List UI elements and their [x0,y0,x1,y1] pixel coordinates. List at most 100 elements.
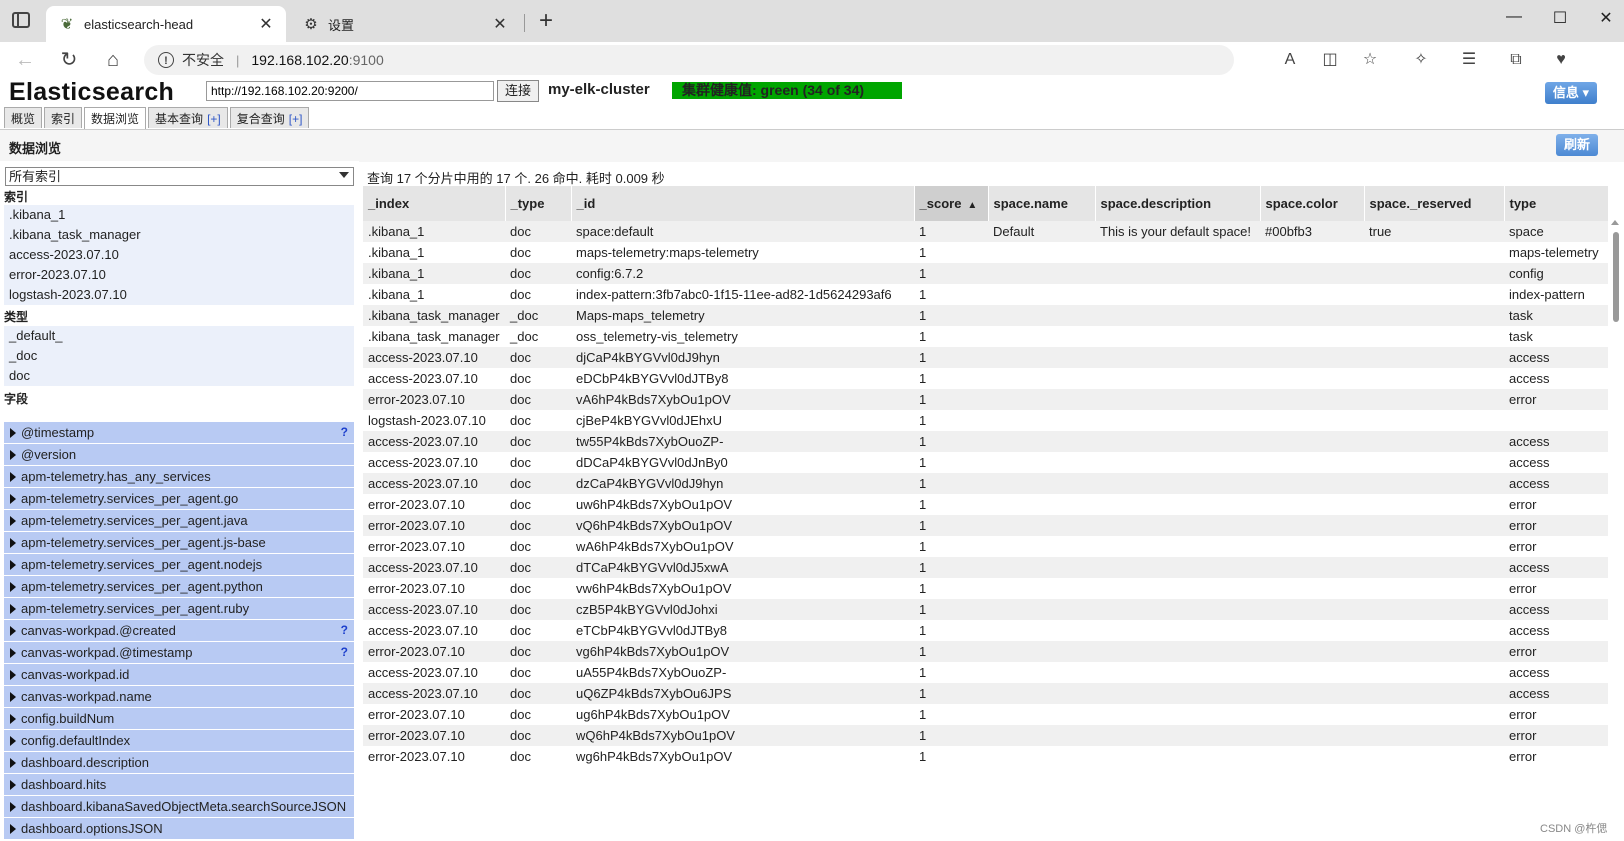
add-tab-link[interactable]: [+] [289,112,303,126]
field-item[interactable]: canvas-workpad.name [4,686,354,707]
expand-triangle-icon[interactable] [10,780,16,790]
refresh-button[interactable]: 刷新 [1556,134,1598,156]
back-arrow-icon[interactable]: ← [12,48,38,72]
field-item[interactable]: dashboard.kibanaSavedObjectMeta.searchSo… [4,796,354,817]
table-row[interactable]: access-2023.07.10 doc dTCaP4kBYGVvl0dJ5xwA… [363,557,1608,578]
field-item[interactable]: canvas-workpad.@created? [4,620,354,641]
field-item[interactable]: apm-telemetry.services_per_agent.python [4,576,354,597]
maximize-icon[interactable]: ☐ [1546,8,1574,28]
field-item[interactable]: @version [4,444,354,465]
home-icon[interactable]: ⌂ [100,48,126,72]
table-row[interactable]: access-2023.07.10 doc uA55P4kBds7XybOuoZP-… [363,662,1608,683]
expand-triangle-icon[interactable] [10,472,16,482]
table-row[interactable]: error-2023.07.10 doc wA6hP4kBds7XybOu1pOV 1… [363,536,1608,557]
browser-tab-active[interactable]: ❦ elasticsearch-head ✕ [46,6,286,42]
expand-triangle-icon[interactable] [10,538,16,548]
field-help-icon[interactable]: ? [341,422,348,443]
browser-tab-settings[interactable]: ⚙ 设置 ✕ [290,6,520,42]
table-row[interactable]: access-2023.07.10 doc tw55P4kBds7XybOuoZP-… [363,431,1608,452]
tab-close-icon[interactable]: ✕ [256,14,276,34]
connect-button[interactable]: 连接 [497,80,540,102]
table-row[interactable]: error-2023.07.10 doc vA6hP4kBds7XybOu1pOV 1… [363,389,1608,410]
type-item[interactable]: doc [4,366,354,386]
collections-icon[interactable]: ⧉ [1505,50,1527,70]
favorites-list-icon[interactable]: ☰ [1458,50,1480,70]
index-item[interactable]: .kibana_1 [4,205,354,225]
tab-compound-query[interactable]: 复合查询 [+] [229,107,310,128]
table-row[interactable]: error-2023.07.10 doc uw6hP4kBds7XybOu1pOV 1… [363,494,1608,515]
field-item[interactable]: config.buildNum [4,708,354,729]
table-row[interactable]: error-2023.07.10 doc wQ6hP4kBds7XybOu1pOV 1… [363,725,1608,746]
expand-triangle-icon[interactable] [10,494,16,504]
field-item[interactable]: canvas-workpad.@timestamp? [4,642,354,663]
tab-overview[interactable]: 概览 [4,107,43,128]
field-help-icon[interactable]: ? [341,620,348,641]
expand-triangle-icon[interactable] [10,692,16,702]
expand-triangle-icon[interactable] [10,670,16,680]
column-header[interactable]: space.color [1260,186,1365,221]
field-item[interactable]: @timestamp? [4,422,354,443]
table-row[interactable]: access-2023.07.10 doc czB5P4kBYGVvl0dJohxi… [363,599,1608,620]
column-header[interactable]: _type [505,186,572,221]
field-item[interactable]: apm-telemetry.services_per_agent.java [4,510,354,531]
column-header[interactable]: _score ▲ [914,186,989,221]
warning-icon[interactable]: ! [158,52,174,68]
expand-triangle-icon[interactable] [10,516,16,526]
tab-data-browser[interactable]: 数据浏览 [84,107,147,130]
expand-triangle-icon[interactable] [10,648,16,658]
expand-triangle-icon[interactable] [10,758,16,768]
column-header[interactable]: type [1504,186,1609,221]
info-dropdown-button[interactable]: 信息 ▾ [1545,82,1597,104]
type-item[interactable]: _doc [4,346,354,366]
table-row[interactable]: access-2023.07.10 doc dDCaP4kBYGVvl0dJnBy0… [363,452,1608,473]
index-item[interactable]: logstash-2023.07.10 [4,285,354,305]
table-row[interactable]: error-2023.07.10 doc ug6hP4kBds7XybOu1pOV 1… [363,704,1608,725]
field-item[interactable]: dashboard.hits [4,774,354,795]
tab-close-icon[interactable]: ✕ [490,14,510,34]
table-row[interactable]: error-2023.07.10 doc vg6hP4kBds7XybOu1pOV 1… [363,641,1608,662]
column-header[interactable]: space.description [1095,186,1261,221]
expand-triangle-icon[interactable] [10,824,16,834]
table-row[interactable]: .kibana_task_manager _doc Maps-maps_teleme… [363,305,1608,326]
column-header[interactable]: _index [363,186,506,221]
expand-triangle-icon[interactable] [10,450,16,460]
table-row[interactable]: access-2023.07.10 doc eTCbP4kBYGVvl0dJTBy8… [363,620,1608,641]
expand-triangle-icon[interactable] [10,428,16,438]
table-row[interactable]: access-2023.07.10 doc djCaP4kBYGVvl0dJ9hyn… [363,347,1608,368]
column-header[interactable]: _id [571,186,915,221]
index-item[interactable]: .kibana_task_manager [4,225,354,245]
address-input[interactable]: ! 不安全 | 192.168.102.20:9100 [144,45,1234,75]
expand-triangle-icon[interactable] [10,802,16,812]
table-row[interactable]: .kibana_1 doc config:6.7.2 1 config [363,263,1608,284]
tab-basic-query[interactable]: 基本查询 [+] [148,107,228,128]
field-item[interactable]: canvas-workpad.id [4,664,354,685]
table-row[interactable]: error-2023.07.10 doc vw6hP4kBds7XybOu1pOV 1… [363,578,1608,599]
table-row[interactable]: access-2023.07.10 doc uQ6ZP4kBds7XybOu6JPS… [363,683,1608,704]
table-row[interactable]: .kibana_task_manager _doc oss_telemetry-vi… [363,326,1608,347]
connection-url-input[interactable] [206,81,494,101]
extensions-icon[interactable]: ✧ [1410,50,1432,70]
field-item[interactable]: apm-telemetry.services_per_agent.go [4,488,354,509]
table-row[interactable]: .kibana_1 doc index-pattern:3fb7abc0-1f15-… [363,284,1608,305]
field-item[interactable]: config.defaultIndex [4,730,354,751]
index-item[interactable]: access-2023.07.10 [4,245,354,265]
expand-triangle-icon[interactable] [10,604,16,614]
expand-triangle-icon[interactable] [10,582,16,592]
index-select[interactable]: 所有索引 [5,167,354,186]
field-item[interactable]: apm-telemetry.has_any_services [4,466,354,487]
scroll-thumb[interactable] [1613,232,1619,322]
expand-triangle-icon[interactable] [10,714,16,724]
tab-actions-icon[interactable] [12,12,30,28]
minimize-icon[interactable]: — [1500,8,1528,26]
field-item[interactable]: apm-telemetry.services_per_agent.ruby [4,598,354,619]
field-item[interactable]: apm-telemetry.services_per_agent.nodejs [4,554,354,575]
add-tab-link[interactable]: [+] [207,112,221,126]
table-row[interactable]: logstash-2023.07.10 doc cjBeP4kBYGVvl0dJEh… [363,410,1608,431]
table-row[interactable]: access-2023.07.10 doc eDCbP4kBYGVvl0dJTBy8… [363,368,1608,389]
table-row[interactable]: .kibana_1 doc maps-telemetry:maps-telemetr… [363,242,1608,263]
column-header[interactable]: space.name [988,186,1096,221]
close-window-icon[interactable]: ✕ [1592,8,1620,28]
expand-triangle-icon[interactable] [10,560,16,570]
expand-triangle-icon[interactable] [10,626,16,636]
performance-icon[interactable]: ♥ [1550,50,1572,70]
